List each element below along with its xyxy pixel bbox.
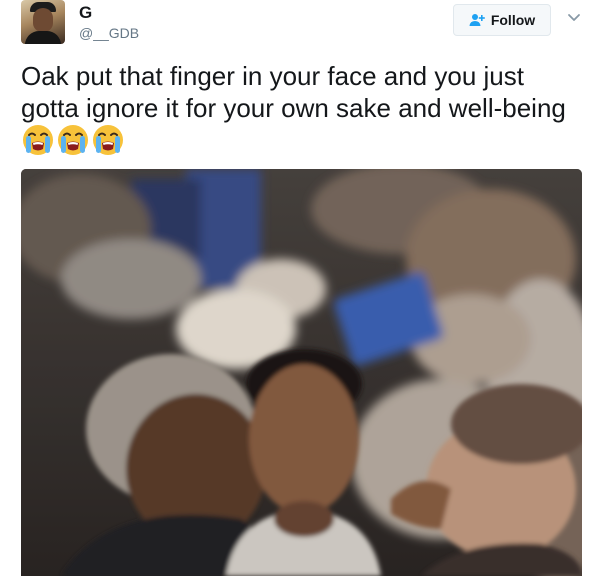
tweet-card: G @__GDB Follow Oak put that finger in y… [0, 0, 598, 576]
tweet-text: Oak put that finger in your face and you… [21, 61, 566, 123]
follow-button[interactable]: Follow [453, 4, 551, 36]
chevron-down-icon[interactable] [566, 12, 582, 24]
author-name[interactable]: G [79, 3, 92, 23]
tweet-media-photo[interactable] [21, 169, 582, 576]
crowd-photo [21, 169, 582, 576]
loudly-crying-face-icon [93, 125, 123, 155]
loudly-crying-face-icon [23, 125, 53, 155]
author-handle[interactable]: @__GDB [79, 25, 139, 41]
follow-button-label: Follow [490, 12, 536, 28]
tweet-header: G @__GDB Follow [0, 0, 598, 52]
avatar-body [25, 31, 61, 44]
emoji-row [21, 123, 125, 159]
avatar-face [33, 8, 53, 32]
loudly-crying-face-icon [58, 125, 88, 155]
follow-person-plus-icon [469, 14, 485, 26]
avatar[interactable] [21, 0, 65, 44]
